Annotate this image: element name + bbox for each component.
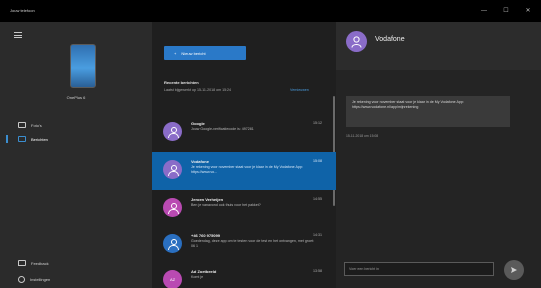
sidebar-item-label: Instellingen — [30, 276, 51, 282]
person-icon — [168, 164, 179, 176]
person-icon — [168, 126, 179, 138]
photos-icon — [18, 122, 26, 128]
messages-icon — [18, 136, 26, 142]
avatar — [163, 198, 182, 217]
sidebar-item-settings[interactable]: Instellingen — [18, 274, 50, 284]
conversation-preview: Komt je — [191, 275, 204, 279]
avatar — [163, 234, 182, 253]
conversation-item[interactable]: +46 760 975099 14:31 Goedendag, deze app… — [152, 226, 336, 264]
message-list-pane: + Nieuw bericht Recente berichten Laatst… — [152, 22, 336, 288]
sidebar-item-messages[interactable]: Berichten — [6, 134, 48, 144]
person-icon — [168, 202, 179, 214]
conversation-name: Ad Zoetbeeld — [191, 269, 217, 274]
conversation-preview: Jouw Google-verificatiecode is: 497281 — [191, 127, 254, 131]
send-icon — [511, 267, 517, 273]
send-button[interactable] — [504, 260, 524, 280]
avatar-initials: AZ — [169, 277, 176, 282]
sidebar-item-photos[interactable]: Foto's — [18, 120, 42, 130]
conversation-time: 14:55 — [313, 197, 322, 201]
conversation-detail-pane: Vodafone Je rekening voor november staat… — [336, 22, 541, 288]
avatar — [163, 122, 182, 141]
recent-messages-heading: Recente berichten — [164, 80, 199, 85]
sidebar-item-feedback[interactable]: Feedback — [18, 258, 49, 268]
contact-name: Vodafone — [375, 36, 405, 43]
settings-icon — [18, 275, 25, 283]
conversation-preview: Goedendag, deze app om te testen voor de… — [191, 239, 315, 248]
conversation-time: 15:12 — [313, 121, 322, 125]
new-message-button[interactable]: + Nieuw bericht — [164, 46, 246, 60]
conversation-name: Google — [191, 121, 205, 126]
conversation-name: Vodafone — [191, 159, 209, 164]
last-updated-text: Laatst bijgewerkt op 15-11-2018 om 15:24 — [164, 88, 232, 92]
avatar — [163, 160, 182, 179]
new-message-label: Nieuw bericht — [181, 50, 206, 56]
plus-icon: + — [174, 50, 177, 56]
conversation-item[interactable]: Jeroen Verheijen 14:55 Ben je vanavond o… — [152, 190, 336, 228]
conversation-name: Jeroen Verheijen — [191, 197, 224, 202]
conversation-preview: Je rekening voor november staat voor je … — [191, 165, 303, 174]
refresh-link[interactable]: Vernieuwen — [290, 88, 309, 92]
close-button[interactable]: ✕ — [522, 5, 534, 17]
feedback-icon — [18, 260, 26, 266]
conversation-time: 14:31 — [313, 233, 322, 237]
message-timestamp: 15-11-2018 om 15:08 — [346, 134, 379, 138]
message-bubble: Je rekening voor november staat voor je … — [346, 96, 510, 127]
conversation-item[interactable]: AZ Ad Zoetbeeld 13:58 Komt je — [152, 262, 336, 288]
conversation-time: 13:58 — [313, 269, 322, 273]
hamburger-menu-icon[interactable] — [14, 32, 22, 38]
conversation-item[interactable]: Google 15:12 Jouw Google-verificatiecode… — [152, 114, 336, 152]
sidebar: OnePlus 6 Foto's Berichten Feedback Inst… — [0, 22, 152, 288]
conversation-time: 15:08 — [313, 159, 322, 163]
conversation-item-selected[interactable]: Vodafone 15:08 Je rekening voor november… — [152, 152, 336, 190]
person-icon — [351, 35, 362, 48]
title-bar: Jouw telefoon — ☐ ✕ — [0, 0, 541, 22]
sidebar-item-label: Feedback — [31, 260, 49, 266]
maximize-button[interactable]: ☐ — [500, 5, 512, 17]
conversation-name: +46 760 975099 — [191, 233, 221, 238]
avatar — [346, 31, 367, 52]
avatar: AZ — [163, 270, 182, 288]
person-icon — [168, 238, 179, 250]
conversation-header: Vodafone — [336, 22, 541, 70]
minimize-button[interactable]: — — [478, 5, 490, 17]
sidebar-item-label: Berichten — [31, 136, 48, 142]
phone-image — [70, 44, 96, 88]
compose-message-input[interactable]: Voer een bericht in — [344, 262, 494, 276]
device-name: OnePlus 6 — [66, 95, 86, 100]
app-title: Jouw telefoon — [10, 8, 35, 13]
sidebar-item-label: Foto's — [31, 122, 42, 128]
conversation-preview: Ben je vanavond ook thuis voor het pakke… — [191, 203, 261, 207]
